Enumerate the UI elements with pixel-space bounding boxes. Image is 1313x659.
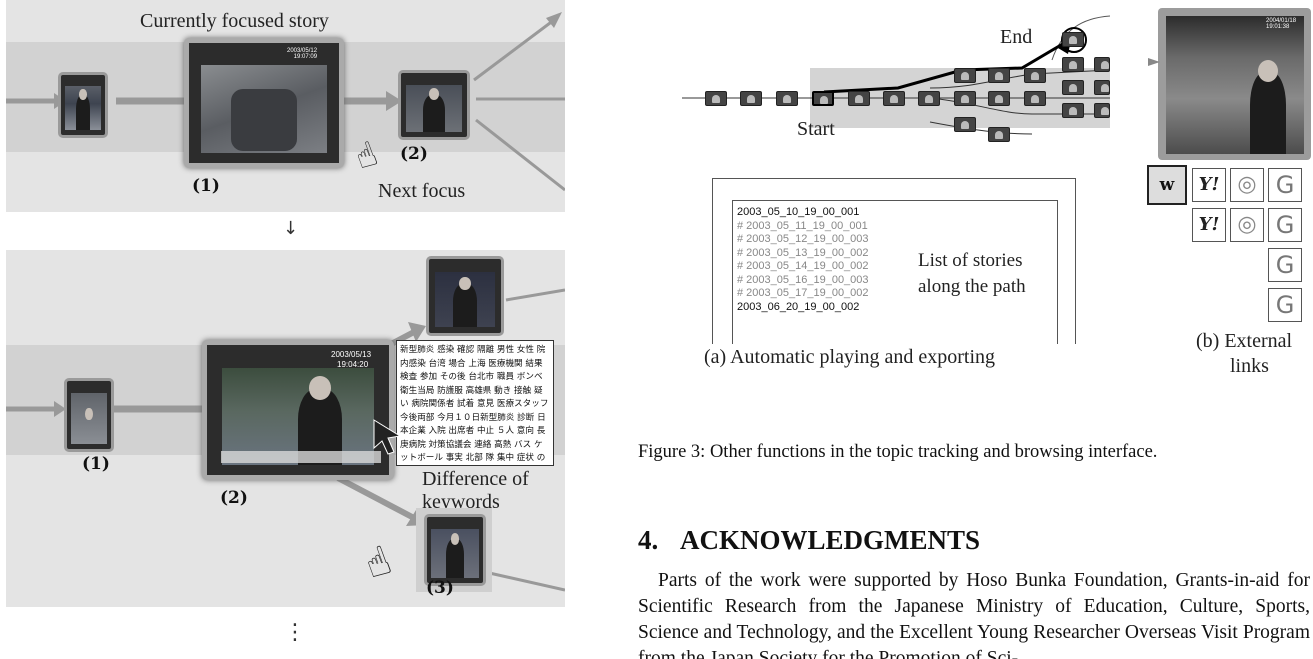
graph-node[interactable] [1062,57,1084,72]
anchor-face [1258,60,1278,82]
connector-arrow [1148,58,1160,66]
story-item[interactable]: # 2003_05_11_19_00_001 [737,220,869,234]
graph-node[interactable] [954,117,976,132]
caption-currently-focused: Currently focused story [140,10,329,32]
subcaption-b-2: links [1230,355,1269,377]
yahoo-icon[interactable]: Y! [1192,168,1226,202]
graph-node[interactable] [1094,57,1110,72]
vertical-ellipsis: ⋮ [284,620,306,645]
story-item[interactable]: 2003_05_10_19_00_001 [737,206,869,220]
top-screenshot-panel: 2003/05/12 19:07:09 Currently focused st… [6,0,565,212]
graph-node[interactable] [1024,91,1046,106]
section-title: ACKNOWLEDGMENTS [680,525,981,555]
story-item[interactable]: # 2003_05_16_19_00_003 [737,274,869,288]
backpack-shape [231,89,297,151]
story-thumbnail-1[interactable] [58,72,108,138]
graph-node[interactable] [954,68,976,83]
story-item[interactable]: # 2003_05_12_19_00_003 [737,233,869,247]
wikipedia-icon[interactable]: w [1147,165,1187,205]
graph-node[interactable] [1062,80,1084,95]
graph-node[interactable] [988,68,1010,83]
subcaption-a: (a) Automatic playing and exporting [704,346,996,368]
link-thumb-time: 2004/01/18 19:01:38 [1266,18,1297,30]
bottom-screenshot-panel: 2003/05/13 19:04:20 新型肺炎 感染 確認 隔離 男性 女性 … [6,250,565,607]
focused-story-thumbnail[interactable]: 2003/05/12 19:07:09 [184,38,344,168]
label-end: End [1000,26,1033,48]
graph-node-start[interactable] [812,91,834,106]
label-1: (1) [82,454,110,474]
story-item[interactable]: # 2003_05_13_19_00_002 [737,247,869,261]
list-caption-2: along the path [918,276,1026,297]
graph-node[interactable] [740,91,762,106]
label-1: (1) [192,176,220,196]
subcaption-b-1: (b) External [1196,330,1293,352]
link-thumb-screen[interactable]: 2004/01/18 19:01:38 [1166,16,1304,154]
timestamp: 2003/05/12 19:07:09 [287,48,318,60]
google-icon[interactable]: G [1268,248,1302,282]
story-list: 2003_05_10_19_00_001 # 2003_05_11_19_00_… [737,206,869,314]
graph-node-end[interactable] [1062,32,1084,47]
graph-node[interactable] [988,127,1010,142]
section-number: 4. [638,525,659,555]
graph-node[interactable] [918,91,940,106]
google-icon[interactable]: G [1268,208,1302,242]
story-thumbnail-bottom[interactable] [424,514,486,586]
graph-node[interactable] [954,91,976,106]
graph-node[interactable] [776,91,798,106]
story-thumbnail-1[interactable] [64,378,114,452]
timestamp-date: 2003/05/13 [331,350,372,359]
label-start: Start [797,118,835,140]
anchor-shape [1250,72,1286,154]
figure-caption: Figure 3: Other functions in the topic t… [638,442,1158,462]
graph-node[interactable] [1062,103,1084,118]
story-thumbnail-next[interactable] [398,70,470,140]
graph-node[interactable] [988,91,1010,106]
story-item[interactable]: 2003_06_20_19_00_002 [737,301,869,315]
keyword-difference-box: 新型肺炎 感染 確認 隔離 男性 女性 院内感染 台湾 場合 上海 医療機関 結… [396,340,554,466]
graph-node[interactable] [1024,68,1046,83]
news-ticker-bar [221,451,381,463]
label-3: (3) [426,578,454,598]
camera-icon[interactable]: ◎ [1230,208,1264,242]
list-caption-1: List of stories [918,250,1023,271]
graph-node[interactable] [848,91,870,106]
graph-node[interactable] [705,91,727,106]
story-item[interactable]: # 2003_05_17_19_00_002 [737,287,869,301]
graph-node[interactable] [1094,103,1110,118]
focused-story-thumbnail[interactable]: 2003/05/13 19:04:20 [202,340,394,480]
caption-next-focus: Next focus [378,180,466,202]
cursor-arrow-icon [373,419,402,455]
google-icon[interactable]: G [1268,168,1302,202]
graph-node[interactable] [883,91,905,106]
label-2: (2) [400,144,428,164]
label-2: (2) [220,488,248,508]
down-arrow: ↓ [283,218,299,239]
google-icon[interactable]: G [1268,288,1302,322]
camera-icon[interactable]: ◎ [1230,168,1264,202]
timestamp-clock: 19:04:20 [337,360,369,369]
section-body: Parts of the work were supported by Hoso… [638,570,1310,659]
graph-node[interactable] [1094,80,1110,95]
story-thumbnail-top[interactable] [426,256,504,336]
yahoo-icon[interactable]: Y! [1192,208,1226,242]
story-item[interactable]: # 2003_05_14_19_00_002 [737,260,869,274]
